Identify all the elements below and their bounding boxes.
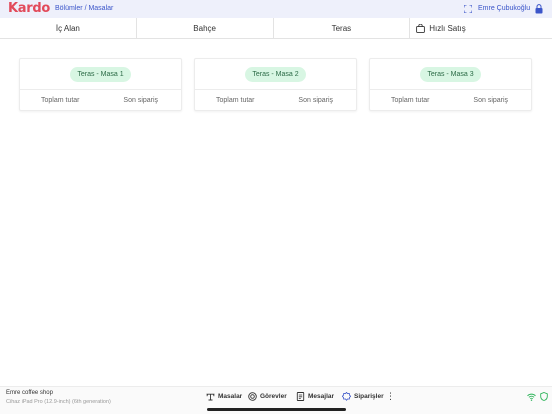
fullscreen-icon[interactable] (464, 5, 472, 13)
table-card-footer: Toplam tutar Son sipariş (20, 90, 181, 111)
last-order-label: Son sipariş (473, 97, 509, 104)
table-card[interactable]: Teras - Masa 1 Toplam tutar Son sipariş (19, 58, 182, 111)
table-card-footer: Toplam tutar Son sipariş (195, 90, 356, 111)
table-name-badge: Teras - Masa 1 (70, 66, 131, 82)
tab-teras[interactable]: Teras (274, 18, 411, 38)
table-name-badge: Teras - Masa 3 (420, 66, 481, 82)
table-name-badge: Teras - Masa 2 (245, 66, 306, 82)
nav-gorevler[interactable]: Görevler (248, 392, 287, 401)
badge-icon (342, 392, 351, 401)
wifi-icon (527, 393, 536, 401)
nav-label: Siparişler (354, 393, 384, 400)
device-info: Cihaz iPad Pro (12.9-inch) (6th generati… (6, 398, 111, 406)
app-logo: Kardo (8, 1, 50, 16)
tab-label: Teras (331, 23, 352, 33)
device-label: Cihaz (6, 399, 21, 405)
total-label: Toplam tutar (390, 97, 430, 104)
shop-name: Emre coffee shop (6, 390, 53, 396)
shield-icon (540, 392, 548, 401)
table-icon (206, 393, 215, 401)
nav-label: Görevler (260, 393, 287, 400)
shopping-bag-icon (416, 23, 426, 33)
nav-label: Masalar (218, 393, 243, 400)
table-card-header: Teras - Masa 2 (195, 59, 356, 90)
last-order-label: Son sipariş (123, 97, 159, 104)
user-name[interactable]: Emre Çubukoğlu (478, 4, 530, 14)
table-card-header: Teras - Masa 1 (20, 59, 181, 90)
target-icon (248, 392, 257, 401)
total-label: Toplam tutar (40, 97, 80, 104)
total-label: Toplam tutar (215, 97, 255, 104)
nav-masalar[interactable]: Masalar (206, 392, 242, 401)
lock-icon[interactable] (535, 4, 543, 14)
more-menu-icon[interactable]: ⋮ (386, 391, 395, 401)
home-indicator (207, 408, 346, 411)
last-order-label: Son sipariş (298, 97, 334, 104)
tab-label: Bahçe (193, 23, 216, 33)
table-card[interactable]: Teras - Masa 3 Toplam tutar Son sipariş (369, 58, 532, 111)
tab-bahce[interactable]: Bahçe (137, 18, 274, 38)
section-tabs: İç Alan Bahçe Teras Hızlı Satış (0, 18, 552, 39)
tab-label: İç Alan (55, 23, 80, 33)
breadcrumb[interactable]: Bölümler / Masalar (55, 4, 113, 14)
document-icon (296, 392, 305, 401)
table-card-footer: Toplam tutar Son sipariş (370, 90, 531, 111)
nav-mesajlar[interactable]: Mesajlar (296, 392, 334, 401)
top-bar: Kardo Bölümler / Masalar Emre Çubukoğlu (0, 0, 552, 18)
tab-label: Hızlı Satış (429, 23, 466, 33)
table-card-header: Teras - Masa 3 (370, 59, 531, 90)
nav-siparisler[interactable]: Siparişler (342, 392, 384, 401)
device-model: iPad Pro (12.9-inch) (6th generation) (21, 399, 111, 405)
tab-hizli-satis[interactable]: Hızlı Satış (410, 18, 552, 38)
table-card[interactable]: Teras - Masa 2 Toplam tutar Son sipariş (194, 58, 357, 111)
tab-ic-alan[interactable]: İç Alan (0, 18, 137, 38)
nav-label: Mesajlar (308, 393, 335, 400)
